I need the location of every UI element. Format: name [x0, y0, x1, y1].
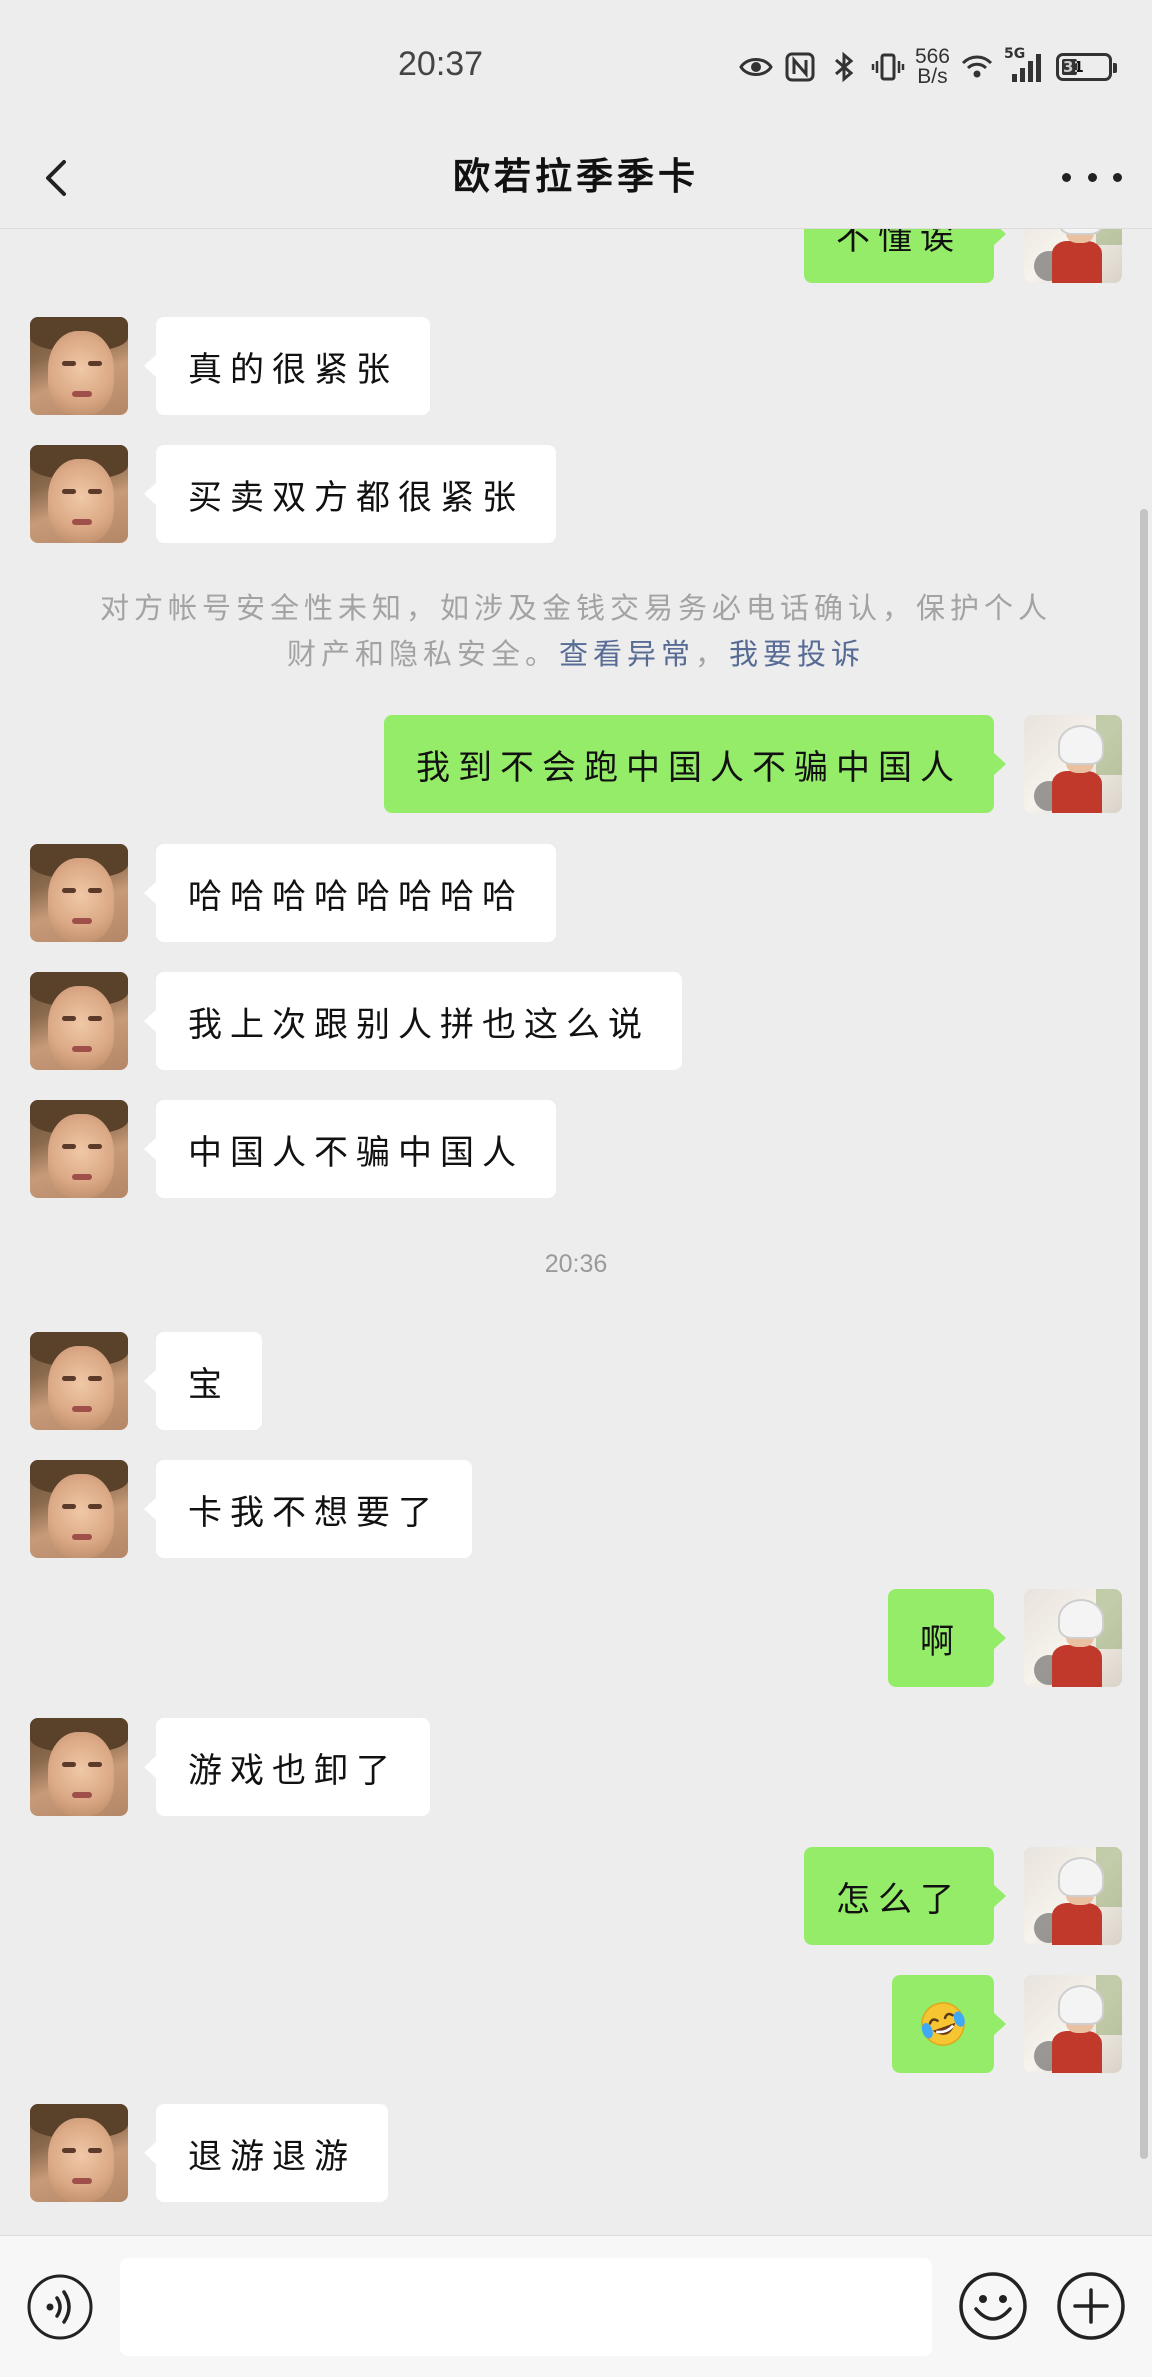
- wifi-icon: [961, 55, 993, 78]
- net-speed: 566 B/s: [914, 45, 950, 88]
- message-text: 中国人不骗中国人: [188, 1132, 524, 1173]
- message-bubble[interactable]: 我上次跟别人拼也这么说: [144, 972, 682, 1070]
- message-text: 不懂诶: [836, 229, 962, 258]
- message-bubble[interactable]: 卡我不想要了: [144, 1460, 472, 1558]
- contact-avatar[interactable]: [30, 317, 128, 415]
- my-avatar[interactable]: [1024, 1847, 1122, 1945]
- message-bubble[interactable]: 宝: [144, 1332, 262, 1430]
- chat-header: 欧若拉季季卡: [0, 130, 1152, 229]
- voice-button[interactable]: [26, 2273, 94, 2341]
- bluetooth-icon: [834, 51, 854, 83]
- message-row: 退游退游: [0, 2104, 1152, 2202]
- status-time: 20:37: [398, 45, 484, 83]
- emoji-icon: [959, 2272, 1027, 2340]
- my-avatar[interactable]: [1024, 715, 1122, 813]
- contact-avatar[interactable]: [30, 972, 128, 1070]
- message-text: 宝: [188, 1364, 230, 1405]
- message-row: 我到不会跑中国人不骗中国人: [0, 715, 1152, 813]
- input-bar: [0, 2235, 1152, 2377]
- scrollbar[interactable]: [1140, 509, 1148, 2159]
- contact-avatar[interactable]: [30, 844, 128, 942]
- message-text: 退游退游: [188, 2136, 356, 2177]
- signal-indicator: 5G: [1004, 46, 1046, 84]
- message-row: 哈哈哈哈哈哈哈哈: [0, 844, 1152, 942]
- contact-avatar[interactable]: [30, 1100, 128, 1198]
- chat-title: 欧若拉季季卡: [453, 154, 699, 198]
- message-text: 哈哈哈哈哈哈哈哈: [188, 876, 524, 917]
- message-row: [0, 1975, 1152, 2073]
- message-bubble[interactable]: 哈哈哈哈哈哈哈哈: [144, 844, 556, 942]
- message-row: 卡我不想要了: [0, 1460, 1152, 1558]
- more-dot: [1087, 172, 1097, 182]
- message-bubble[interactable]: 游戏也卸了: [144, 1718, 430, 1816]
- contact-avatar[interactable]: [30, 2104, 128, 2202]
- message-bubble[interactable]: 退游退游: [144, 2104, 388, 2202]
- status-bar: 20:37 566 B/s 5G 31: [0, 0, 1152, 130]
- message-row: 游戏也卸了: [0, 1718, 1152, 1816]
- message-bubble[interactable]: 怎么了: [804, 1847, 1006, 1945]
- message-input[interactable]: [120, 2258, 932, 2356]
- more-dot: [1113, 172, 1122, 182]
- message-bubble[interactable]: 买卖双方都很紧张: [144, 445, 556, 543]
- contact-avatar[interactable]: [30, 1718, 128, 1816]
- notice-line-1: 对方帐号安全性未知，如涉及金钱交易务必电话确认，保护个人: [99, 591, 1052, 625]
- message-bubble[interactable]: 中国人不骗中国人: [144, 1100, 556, 1198]
- plus-icon: [1057, 2272, 1125, 2340]
- vibrate-icon: [871, 53, 905, 81]
- contact-avatar[interactable]: [30, 1460, 128, 1558]
- more-dot: [1062, 172, 1071, 182]
- message-text: 游戏也卸了: [188, 1750, 398, 1791]
- signal-icon: [1012, 54, 1041, 82]
- message-text: 买卖双方都很紧张: [188, 477, 524, 518]
- chat-timestamp: 20:36: [544, 1250, 608, 1278]
- message-bubble[interactable]: 真的很紧张: [144, 317, 430, 415]
- message-text: 我上次跟别人拼也这么说: [188, 1004, 650, 1045]
- status-icons: 566 B/s 5G 31: [739, 42, 1117, 92]
- contact-avatar[interactable]: [30, 445, 128, 543]
- message-text: 啊: [920, 1621, 962, 1662]
- message-bubble[interactable]: 我到不会跑中国人不骗中国人: [384, 715, 1006, 813]
- message-text: 卡我不想要了: [188, 1492, 440, 1533]
- report-link[interactable]: 我要投诉: [729, 637, 865, 671]
- nfc-icon: [785, 52, 815, 82]
- message-row: 我上次跟别人拼也这么说: [0, 972, 1152, 1070]
- message-bubble[interactable]: 啊: [888, 1589, 1006, 1687]
- message-row: 怎么了: [0, 1847, 1152, 1945]
- message-row: 中国人不骗中国人: [0, 1100, 1152, 1198]
- message-text: 怎么了: [836, 1879, 962, 1920]
- message-row: 买卖双方都很紧张: [0, 445, 1152, 543]
- voice-icon: [27, 2274, 93, 2340]
- battery-icon: 31: [1056, 53, 1117, 81]
- notice-line-2: 财产和隐私安全。查看异常，我要投诉: [286, 637, 866, 671]
- chat-message-list[interactable]: 不懂诶 真的很紧张 买卖双方都很紧张 对方帐号安全性未知，如涉及金钱交易务必电话…: [0, 229, 1152, 2235]
- my-avatar[interactable]: [1024, 1975, 1122, 2073]
- message-text: 真的很紧张: [188, 349, 398, 390]
- security-notice: 对方帐号安全性未知，如涉及金钱交易务必电话确认，保护个人 财产和隐私安全。查看异…: [70, 585, 1082, 677]
- emoji-button[interactable]: [958, 2271, 1028, 2341]
- view-anomaly-link[interactable]: 查看异常: [559, 637, 695, 671]
- message-bubble[interactable]: [892, 1975, 1006, 2073]
- message-row: 真的很紧张: [0, 317, 1152, 415]
- more-button[interactable]: [1062, 152, 1122, 202]
- battery-level: 31: [1063, 58, 1084, 76]
- message-row: 不懂诶: [0, 229, 1152, 284]
- message-row: 宝: [0, 1332, 1152, 1430]
- my-avatar[interactable]: [1024, 229, 1122, 283]
- message-bubble[interactable]: 不懂诶: [804, 229, 1006, 283]
- message-row: 啊: [0, 1589, 1152, 1687]
- contact-avatar[interactable]: [30, 1332, 128, 1430]
- my-avatar[interactable]: [1024, 1589, 1122, 1687]
- more-functions-button[interactable]: [1056, 2271, 1126, 2341]
- message-text: 我到不会跑中国人不骗中国人: [416, 747, 962, 788]
- tears-of-joy-emoji: [921, 2002, 965, 2046]
- eye-icon: [739, 58, 773, 76]
